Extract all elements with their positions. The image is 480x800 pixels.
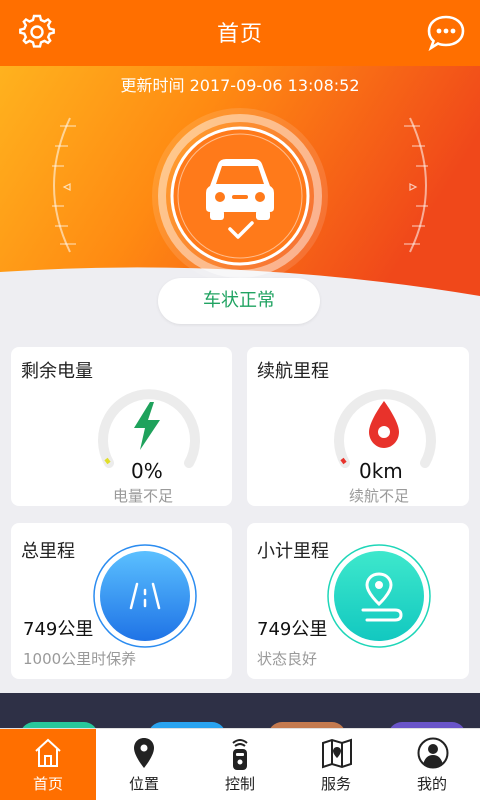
tab-home-label: 首页: [32, 775, 63, 793]
tab-service-label: 服务: [320, 775, 351, 793]
page-title: 首页: [216, 22, 263, 47]
vehicle-status-badge[interactable]: 车状正常: [158, 278, 320, 324]
tab-home[interactable]: 首页: [0, 729, 96, 800]
tab-location-label: 位置: [128, 775, 159, 793]
tab-location[interactable]: 位置: [96, 729, 192, 800]
total-mileage-value: 749公里: [23, 619, 94, 640]
battery-label: 剩余电量: [21, 361, 93, 382]
tab-control[interactable]: 控制: [192, 729, 288, 800]
user-icon: [417, 737, 449, 769]
home-icon: [35, 738, 61, 767]
app-header: 首页: [0, 0, 480, 66]
location-route-icon: [327, 544, 431, 648]
car-status-ring[interactable]: [148, 104, 332, 288]
road-icon: [93, 544, 197, 648]
bottom-tab-bar: 首页 位置 控制 服务 我的: [0, 728, 480, 800]
range-note: 续航不足: [349, 487, 410, 505]
tab-control-label: 控制: [224, 775, 255, 793]
vehicle-status-hero: 更新时间 2017-09-06 13:08:52: [0, 66, 480, 306]
battery-note: 电量不足: [113, 487, 174, 505]
range-label: 续航里程: [257, 361, 329, 382]
total-mileage-label: 总里程: [21, 541, 75, 562]
update-time-label: 更新时间: [120, 76, 185, 95]
location-pin-icon: [134, 738, 154, 768]
range-value: 0km: [359, 459, 403, 483]
remote-key-icon: [232, 739, 248, 770]
update-time-row: 更新时间 2017-09-06 13:08:52: [0, 72, 480, 96]
battery-card[interactable]: 剩余电量 0% 电量不足: [11, 347, 232, 506]
trip-mileage-value: 749公里: [257, 619, 328, 640]
total-mileage-card[interactable]: 总里程 749公里 1000公里时保养: [11, 523, 232, 679]
range-card[interactable]: 续航里程 0km 续航不足: [247, 347, 469, 506]
drop-pin-icon: [369, 401, 399, 448]
chat-bubble-icon[interactable]: [426, 13, 466, 53]
trip-mileage-card[interactable]: 小计里程 749公里 状态良好: [247, 523, 469, 679]
update-time-value: 2017-09-06 13:08:52: [189, 76, 360, 95]
tab-mine[interactable]: 我的: [384, 729, 480, 800]
tab-mine-label: 我的: [416, 775, 447, 793]
lightning-icon: [134, 402, 160, 450]
battery-value: 0%: [131, 459, 163, 483]
tab-service[interactable]: 服务: [288, 729, 384, 800]
map-icon: [322, 738, 352, 769]
trip-mileage-note: 状态良好: [257, 650, 318, 668]
trip-mileage-label: 小计里程: [257, 541, 329, 562]
total-mileage-note: 1000公里时保养: [23, 650, 137, 668]
